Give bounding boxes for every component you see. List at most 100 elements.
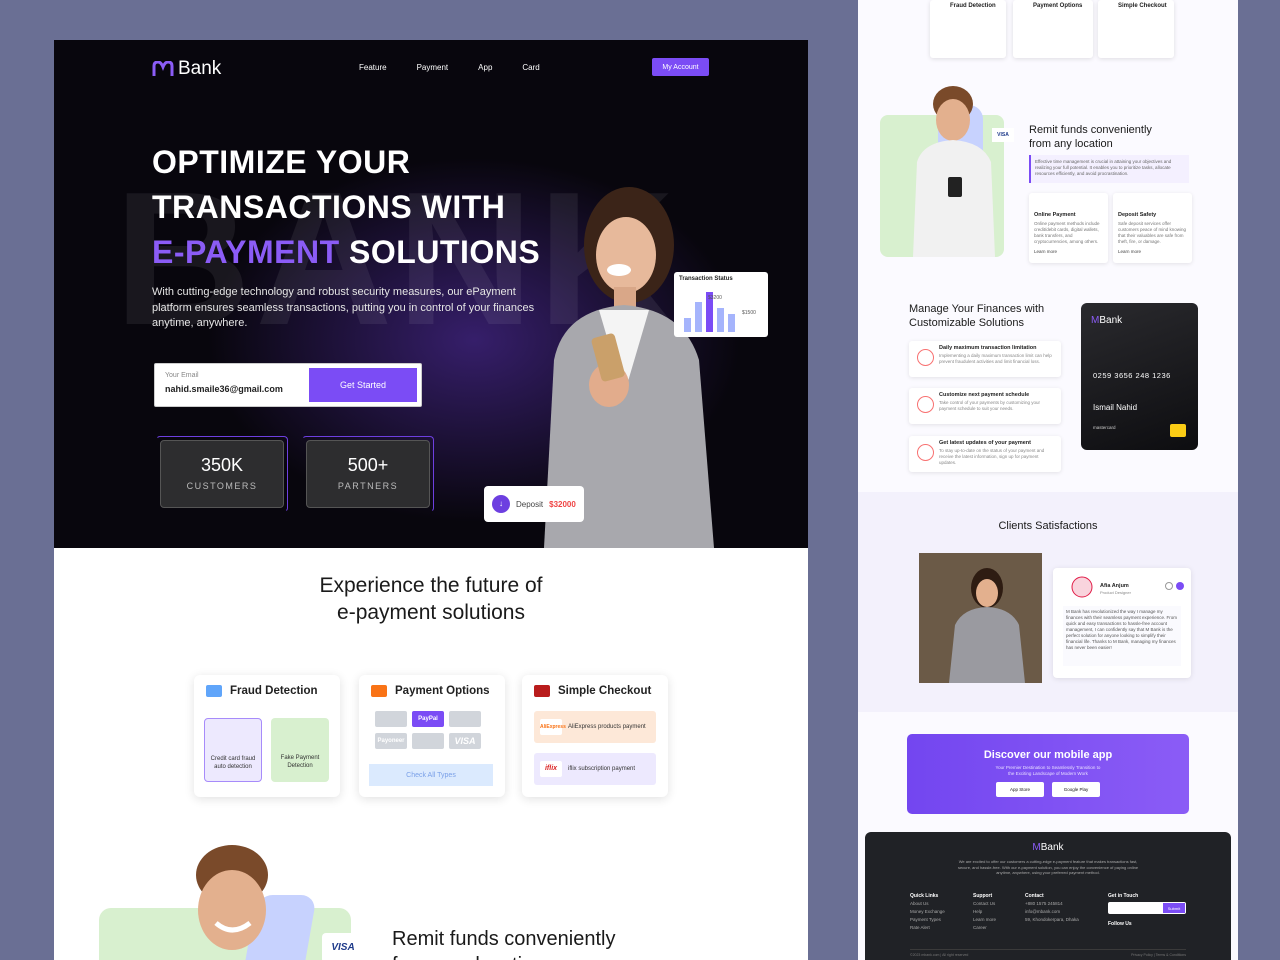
card-brand-name: Bank xyxy=(1099,315,1123,326)
footer-logo[interactable]: MBank xyxy=(865,842,1231,853)
footer-link[interactable]: Payment Types xyxy=(910,916,945,924)
email-input[interactable] xyxy=(165,384,305,394)
hero-headline: OPTIMIZE YOUR TRANSACTIONS WITH E-PAYMEN… xyxy=(152,140,540,275)
brand-logo[interactable]: Bank xyxy=(152,58,221,80)
checkout-row-iflix[interactable]: iflix iflix subscription payment xyxy=(534,753,656,785)
manage-item-desc: To stay up-to-date on the status of your… xyxy=(939,448,1045,465)
payment-chip-paypal[interactable]: PayPal xyxy=(412,711,444,727)
page-preview-panel: Fraud Detection Payment Options Simple C… xyxy=(858,0,1238,960)
footer-col-heading: Contact xyxy=(1025,893,1044,899)
fraud-tile-fake-payment[interactable]: Fake Payment Detection xyxy=(271,718,329,782)
remit-title: Remit funds conveniently from any locati… xyxy=(392,926,615,960)
subscribe-button[interactable]: Submit xyxy=(1163,903,1185,913)
check-all-types-button[interactable]: Check All Types xyxy=(369,764,493,786)
footer-col-heading: Get in Touch xyxy=(1108,893,1139,899)
transaction-bar xyxy=(728,314,735,332)
brand-name: Bank xyxy=(178,58,222,79)
deposit-label: Deposit xyxy=(516,499,544,509)
footer-link[interactable]: Rate Alert xyxy=(910,924,945,932)
manage-title: Manage Your Finances with Customizable S… xyxy=(909,303,1044,330)
manage-item-desc: Implementing a daily maximum transaction… xyxy=(939,353,1052,364)
feature-title: Simple Checkout xyxy=(558,685,652,697)
transaction-status-card: Transaction Status $3200 $1500 xyxy=(674,272,768,337)
payment-chip[interactable] xyxy=(449,711,481,727)
app-banner-title: Discover our mobile app xyxy=(983,749,1113,761)
headline-line-1: OPTIMIZE YOUR xyxy=(152,144,411,180)
mini-feature-card: Payment Options xyxy=(1013,0,1093,58)
learn-more-link[interactable]: Learn more xyxy=(1034,249,1103,254)
chevron-right-icon[interactable] xyxy=(1176,582,1184,590)
nav-app[interactable]: App xyxy=(478,63,492,72)
footer-link[interactable]: Money Exchange xyxy=(910,908,945,916)
testimonial-card: Afia Anjum Product Designer M Bank has r… xyxy=(1053,568,1191,678)
footer-col-heading: Quick Links xyxy=(910,893,939,899)
manage-item[interactable]: Daily maximum transaction limitation Imp… xyxy=(909,341,1061,377)
footer-email[interactable]: info@mbank.com xyxy=(1025,908,1079,916)
footer-link[interactable]: Contact Us xyxy=(973,900,996,908)
main-nav: Feature Payment App Card xyxy=(359,63,540,72)
remit-title-line-1: Remit funds conveniently xyxy=(392,928,616,950)
feature-title: Payment Options xyxy=(395,685,490,697)
transaction-bar xyxy=(717,308,724,332)
online-payment-card: Online Payment Online payment methods in… xyxy=(1029,193,1108,263)
headline-accent: E-PAYMENT xyxy=(152,234,340,270)
payment-chip[interactable] xyxy=(375,711,407,727)
feature-header: Payment Options xyxy=(371,685,490,697)
footer-link[interactable]: About Us xyxy=(910,900,945,908)
footer-col-quick-links: Quick Links About Us Money Exchange Paym… xyxy=(910,892,945,932)
payment-chip-visa[interactable]: VISA xyxy=(449,733,481,749)
my-account-button[interactable]: My Account xyxy=(652,58,709,76)
visa-badge: VISA xyxy=(992,128,1014,142)
footer-col-contact: Contact +880 1575 245814 info@mbank.com … xyxy=(1025,892,1079,924)
google-play-button[interactable]: Google Play xyxy=(1052,782,1100,797)
footer-link[interactable]: Learn more xyxy=(973,916,996,924)
manage-item-title: Customize next payment schedule xyxy=(939,392,1030,398)
deposit-icon: ↓ xyxy=(492,495,510,513)
card-title: Online Payment xyxy=(1034,212,1076,218)
limit-icon xyxy=(917,349,934,366)
feature-card-checkout: Simple Checkout AliExpress AliExpress pr… xyxy=(522,675,668,797)
card-number: 0259 3656 248 1236 xyxy=(1093,371,1171,380)
chevron-left-icon[interactable] xyxy=(1165,582,1173,590)
checkout-row-aliexpress[interactable]: AliExpress AliExpress products payment xyxy=(534,711,656,743)
manage-title-line-2: Customizable Solutions xyxy=(909,316,1024,329)
transaction-bar-chart: $3200 $1500 xyxy=(684,292,756,332)
stat-partners: 500+ PARTNERS xyxy=(306,440,430,508)
footer-subscribe-form[interactable]: Submit xyxy=(1108,902,1186,914)
fraud-tile-credit-card[interactable]: Credit card fraud auto detection xyxy=(204,718,262,782)
feature-card-fraud: Fraud Detection Credit card fraud auto d… xyxy=(194,675,340,797)
get-started-button[interactable]: Get Started xyxy=(309,368,417,402)
experience-title-line-2: e-payment solutions xyxy=(337,601,525,624)
bank-credit-card: MBank 0259 3656 248 1236 Ismail Nahid ma… xyxy=(1081,303,1198,450)
aliexpress-logo: AliExpress xyxy=(540,719,566,735)
footer-link[interactable]: Help xyxy=(973,908,996,916)
mini-feature-card: Simple Checkout xyxy=(1098,0,1174,58)
card-description: Online payment methods include credit/de… xyxy=(1034,221,1100,244)
clients-title: Clients Satisfactions xyxy=(998,520,1098,532)
manage-item[interactable]: Get latest updates of your payment To st… xyxy=(909,436,1061,472)
feature-header: Simple Checkout xyxy=(534,685,651,697)
app-store-button[interactable]: App Store xyxy=(996,782,1044,797)
stat-customers: 350K CUSTOMERS xyxy=(160,440,284,508)
payment-chip-payoneer[interactable]: Payoneer xyxy=(375,733,407,749)
manage-item[interactable]: Customize next payment schedule Take con… xyxy=(909,388,1061,424)
stat-label: PARTNERS xyxy=(337,481,399,491)
mobile-app-banner: Discover our mobile app Your Premier Des… xyxy=(907,734,1189,814)
manage-item-title: Daily maximum transaction limitation xyxy=(939,345,1037,351)
stat-label: CUSTOMERS xyxy=(186,481,258,491)
footer-link[interactable]: Career xyxy=(973,924,996,932)
transaction-bar xyxy=(684,318,691,332)
feature-card-payment: Payment Options PayPal Payoneer VISA Che… xyxy=(359,675,505,797)
remit-title-line-1: Remit funds conveniently xyxy=(1029,124,1152,136)
nav-card[interactable]: Card xyxy=(522,63,539,72)
experience-title: Experience the future of e-payment solut… xyxy=(54,572,808,626)
iflix-logo: iflix xyxy=(540,761,562,777)
payment-chip[interactable] xyxy=(412,733,444,749)
learn-more-link[interactable]: Learn more xyxy=(1118,249,1187,254)
nav-feature[interactable]: Feature xyxy=(359,63,387,72)
footer-col-support: Support Contact Us Help Learn more Caree… xyxy=(973,892,996,932)
policy-links[interactable]: Privacy Policy | Terms & Conditions xyxy=(1131,953,1186,957)
transaction-value-label: $1500 xyxy=(742,310,756,316)
nav-payment[interactable]: Payment xyxy=(417,63,449,72)
fraud-icon xyxy=(206,685,222,697)
